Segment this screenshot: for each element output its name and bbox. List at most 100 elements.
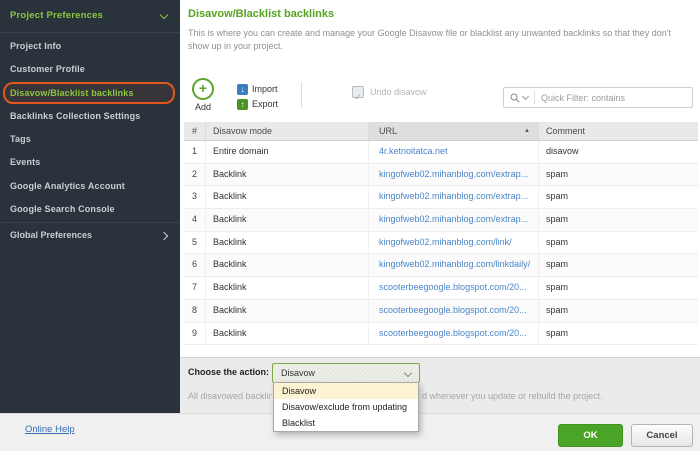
column-header-comment[interactable]: Comment	[539, 122, 698, 140]
row-comment: spam	[546, 304, 569, 315]
row-url-link[interactable]: scooterbeegoogle.blogspot.com/20...	[379, 328, 527, 338]
row-disavow-mode: Backlink	[206, 299, 369, 322]
row-disavow-mode: Backlink	[206, 209, 369, 231]
export-icon[interactable]: ↑	[237, 99, 248, 110]
chevron-right-icon	[159, 231, 169, 241]
dropdown-option-blacklist[interactable]: Blacklist	[274, 415, 418, 431]
dropdown-option-disavow[interactable]: Disavow	[274, 383, 418, 399]
row-url-link[interactable]: kingofweb02.mihanblog.com/link/	[379, 237, 512, 247]
row-number: 6	[184, 254, 206, 277]
row-disavow-mode: Entire domain	[206, 141, 369, 163]
row-disavow-mode: Backlink	[206, 254, 369, 277]
row-url-link[interactable]: kingofweb02.mihanblog.com/extrap...	[379, 214, 528, 224]
column-header-number[interactable]: #	[184, 122, 206, 140]
disavow-hint-right: d whenever you update or rebuild the pro…	[422, 391, 603, 401]
row-url-link[interactable]: scooterbeegoogle.blogspot.com/20...	[379, 305, 527, 315]
row-number: 2	[184, 163, 206, 186]
table-row[interactable]: 3 Backlink kingofweb02.mihanblog.com/ext…	[184, 186, 698, 210]
table-row[interactable]: 1 Entire domain 4r.ketnoitatca.net disav…	[184, 141, 698, 164]
row-comment: spam	[546, 214, 569, 225]
row-disavow-mode: Backlink	[206, 186, 369, 209]
main-panel: Disavow/Blacklist backlinks This is wher…	[180, 0, 700, 413]
page-title: Disavow/Blacklist backlinks	[188, 8, 335, 20]
row-disavow-mode: Backlink	[206, 277, 369, 299]
row-url-link[interactable]: scooterbeegoogle.blogspot.com/20...	[379, 282, 527, 292]
row-url-link[interactable]: kingofweb02.mihanblog.com/extrap...	[379, 169, 528, 179]
table-row[interactable]: 4 Backlink kingofweb02.mihanblog.com/ext…	[184, 209, 698, 232]
table-row[interactable]: 9 Backlink scooterbeegoogle.blogspot.com…	[184, 322, 698, 346]
cancel-button[interactable]: Cancel	[631, 424, 693, 447]
sidebar-item-project-info[interactable]: Project Info	[0, 35, 180, 58]
add-button[interactable]: +	[192, 78, 214, 100]
row-comment: spam	[546, 168, 569, 179]
row-number: 7	[184, 277, 206, 299]
sidebar-header-label: Project Preferences	[10, 10, 104, 21]
row-comment: spam	[546, 236, 569, 247]
action-dropdown-popup: Disavow Disavow/exclude from updating Bl…	[273, 382, 419, 432]
table-row[interactable]: 7 Backlink scooterbeegoogle.blogspot.com…	[184, 277, 698, 300]
toolbar-separator	[301, 82, 302, 108]
preferences-dialog: Project Preferences Project Info Custome…	[0, 0, 700, 451]
plus-icon: +	[198, 80, 208, 96]
row-number: 1	[184, 141, 206, 163]
row-number: 5	[184, 231, 206, 254]
sidebar-divider	[0, 222, 180, 223]
chevron-down-icon	[521, 92, 530, 101]
search-icon	[510, 92, 520, 103]
sidebar-header-project-preferences[interactable]: Project Preferences	[0, 0, 180, 33]
disavow-hint-left: All disavowed backlink	[188, 391, 272, 401]
table-body: 1 Entire domain 4r.ketnoitatca.net disav…	[184, 141, 698, 346]
row-number: 8	[184, 299, 206, 322]
row-disavow-mode: Backlink	[206, 322, 369, 345]
sidebar: Project Preferences Project Info Custome…	[0, 0, 180, 413]
row-number: 9	[184, 322, 206, 345]
row-url-link[interactable]: kingofweb02.mihanblog.com/linkdaily/	[379, 259, 530, 269]
table-header: # Disavow mode URL ▲ Comment	[184, 122, 698, 141]
search-mode-dropdown[interactable]	[504, 92, 534, 103]
row-disavow-mode: Backlink	[206, 163, 369, 186]
choose-action-label: Choose the action:	[188, 367, 270, 377]
sidebar-item-disavow-blacklist-backlinks[interactable]: Disavow/Blacklist backlinks	[0, 81, 180, 105]
dropdown-option-disavow-exclude[interactable]: Disavow/exclude from updating	[274, 399, 418, 415]
import-button[interactable]: Import	[252, 84, 278, 95]
sort-ascending-icon: ▲	[524, 128, 530, 134]
row-comment: spam	[546, 191, 569, 202]
sidebar-item-events[interactable]: Events	[0, 151, 180, 174]
page-description: This is where you can create and manage …	[188, 28, 671, 51]
quick-filter-input[interactable]	[535, 92, 692, 103]
table-row[interactable]: 2 Backlink kingofweb02.mihanblog.com/ext…	[184, 163, 698, 187]
row-url-link[interactable]: kingofweb02.mihanblog.com/extrap...	[379, 191, 528, 201]
row-url-link[interactable]: 4r.ketnoitatca.net	[379, 146, 448, 156]
table-row[interactable]: 5 Backlink kingofweb02.mihanblog.com/lin…	[184, 231, 698, 255]
online-help-link[interactable]: Online Help	[25, 424, 75, 435]
table-row[interactable]: 6 Backlink kingofweb02.mihanblog.com/lin…	[184, 254, 698, 278]
row-comment: spam	[546, 259, 569, 270]
sidebar-item-customer-profile[interactable]: Customer Profile	[0, 58, 180, 81]
action-select-value: Disavow	[281, 368, 316, 378]
column-header-disavow-mode[interactable]: Disavow mode	[206, 122, 369, 140]
action-select[interactable]: Disavow	[272, 363, 420, 383]
row-comment: disavow	[546, 146, 579, 156]
sidebar-item-google-analytics-account[interactable]: Google Analytics Account	[0, 175, 180, 198]
undo-disavow-label: Undo disavow	[370, 87, 427, 97]
table-row[interactable]: 8 Backlink scooterbeegoogle.blogspot.com…	[184, 299, 698, 323]
add-button-label: Add	[194, 102, 211, 112]
row-comment: spam	[546, 282, 569, 293]
column-header-url[interactable]: URL ▲	[369, 122, 539, 140]
sidebar-item-google-search-console[interactable]: Google Search Console	[0, 198, 180, 221]
undo-disavow-checkbox[interactable]: ✓	[352, 86, 364, 102]
sidebar-item-tags[interactable]: Tags	[0, 128, 180, 151]
row-number: 4	[184, 209, 206, 231]
sidebar-item-global-preferences[interactable]: Global Preferences	[0, 224, 180, 247]
sidebar-items: Project Info Customer Profile Disavow/Bl…	[0, 35, 180, 221]
backlinks-table: # Disavow mode URL ▲ Comment 1 Entire do…	[184, 122, 698, 346]
row-disavow-mode: Backlink	[206, 231, 369, 254]
sidebar-item-backlinks-collection-settings[interactable]: Backlinks Collection Settings	[0, 105, 180, 128]
quick-filter-box	[503, 87, 693, 108]
checkmark-icon: ✓	[354, 92, 362, 102]
import-icon[interactable]: ↓	[237, 84, 248, 95]
row-comment: spam	[546, 327, 569, 338]
row-number: 3	[184, 186, 206, 209]
ok-button[interactable]: OK	[558, 424, 623, 447]
export-button[interactable]: Export	[252, 99, 278, 110]
